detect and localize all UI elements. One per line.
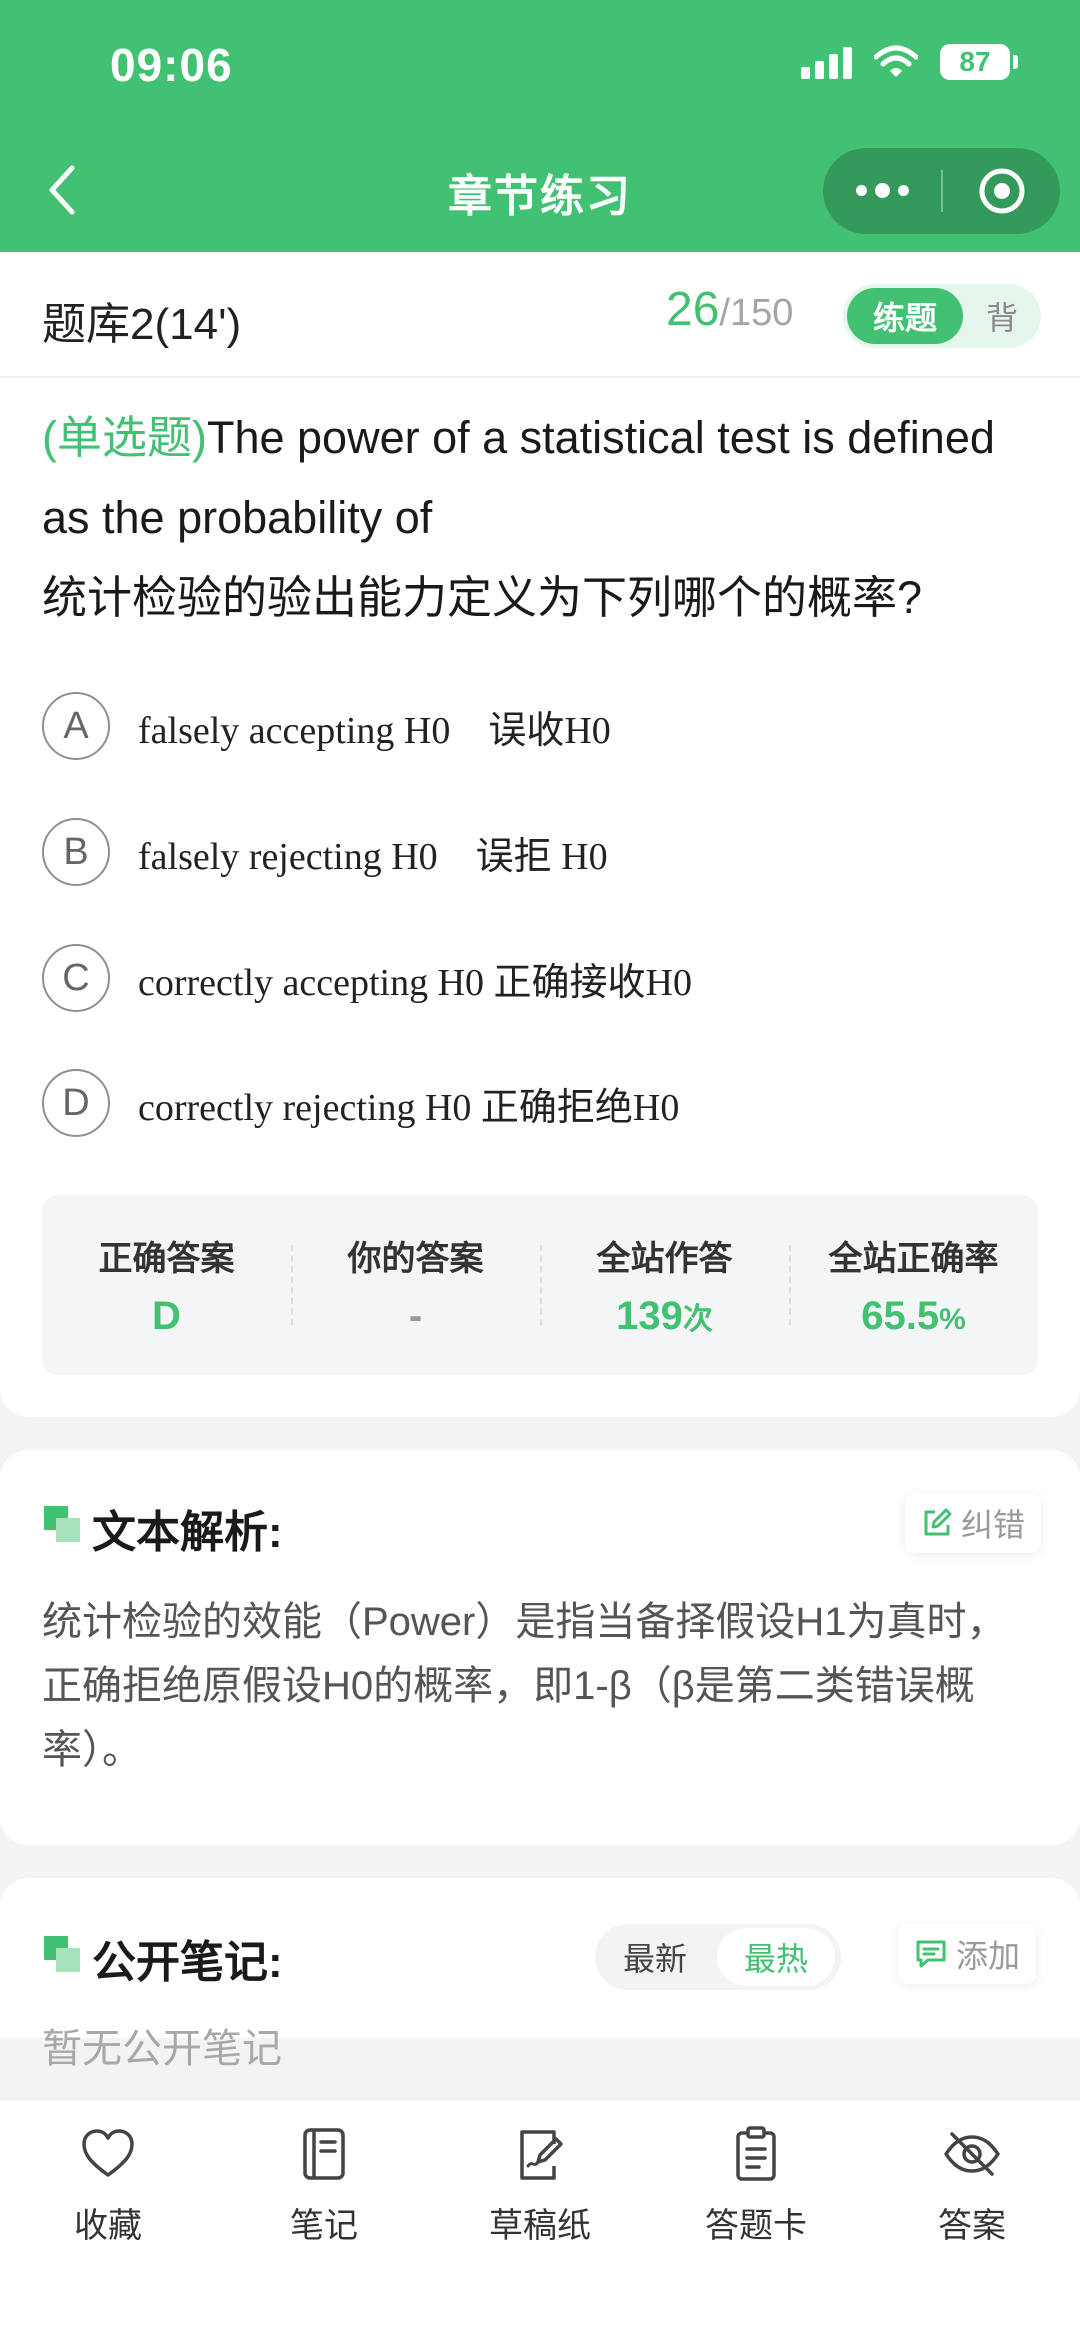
mini-program-capsule — [823, 148, 1060, 234]
question-progress: 26/150 — [666, 283, 794, 336]
status-time: 09:06 — [110, 39, 233, 91]
option-c[interactable]: C correctly accepting H0 正确接收H0 — [42, 941, 692, 1015]
comment-add-icon — [916, 1940, 946, 1968]
stat-site-rate: 全站正确率 65.5% — [789, 1195, 1038, 1375]
section-mark-icon — [44, 1936, 80, 1972]
battery-icon: 87 — [940, 44, 1018, 80]
report-error-button[interactable]: 纠错 — [905, 1493, 1042, 1553]
question-text-cn: 统计检验的验出能力定义为下列哪个的概率? — [42, 572, 923, 623]
section-mark-icon — [44, 1506, 80, 1542]
option-text: correctly accepting H0 正确接收H0 — [138, 961, 692, 1004]
mode-practice-button[interactable]: 练题 — [847, 288, 963, 344]
option-text: falsely rejecting H0 误拒 H0 — [138, 835, 608, 878]
question-stem: (单选题)The power of a statistical test is … — [42, 398, 1042, 638]
stat-site-answers: 全站作答 139次 — [540, 1195, 789, 1375]
close-target-icon[interactable] — [943, 166, 1060, 216]
wifi-icon — [874, 45, 918, 77]
correct-answer-value: D — [152, 1294, 181, 1338]
stat-your-answer: 你的答案 - — [291, 1195, 540, 1375]
header: 09:06 87 章节练习 — [0, 0, 1080, 252]
current-index: 26 — [666, 283, 720, 336]
option-text: correctly rejecting H0 正确拒绝H0 — [138, 1086, 680, 1129]
more-icon[interactable] — [823, 182, 941, 198]
answer-stats: 正确答案 D 你的答案 - 全站作答 139次 全站正确率 65.5% — [42, 1195, 1038, 1375]
option-letter: A — [42, 692, 110, 760]
status-icons: 87 — [801, 44, 1018, 80]
edit-icon — [924, 1508, 952, 1536]
mode-toggle[interactable]: 练题 背 — [843, 284, 1041, 348]
draft-paper-icon — [520, 2130, 563, 2180]
notes-title: 公开笔记: — [92, 1938, 283, 1987]
empty-notes-text: 暂无公开笔记 — [42, 2027, 282, 2071]
option-b[interactable]: B falsely rejecting H0 误拒 H0 — [42, 815, 608, 889]
favorite-button[interactable]: 收藏 — [0, 2100, 216, 2339]
answer-sheet-button[interactable]: 答题卡 — [648, 2100, 864, 2339]
option-letter: C — [42, 944, 110, 1012]
total-count: 150 — [729, 292, 794, 334]
option-text: falsely accepting H0 误收H0 — [138, 709, 611, 752]
eye-hidden-icon — [944, 2132, 1000, 2176]
bank-name: 题库2(14') — [42, 300, 242, 349]
site-answers-value: 139次 — [616, 1294, 713, 1338]
notebook-icon — [303, 2128, 345, 2180]
sort-latest-button[interactable]: 最新 — [595, 1934, 715, 1980]
option-letter: D — [42, 1069, 110, 1137]
show-answer-button[interactable]: 答案 — [864, 2100, 1080, 2339]
option-a[interactable]: A falsely accepting H0 误收H0 — [42, 689, 611, 763]
option-letter: B — [42, 818, 110, 886]
option-d[interactable]: D correctly rejecting H0 正确拒绝H0 — [42, 1066, 679, 1140]
answer-sheet-icon — [736, 2126, 776, 2181]
heart-icon — [82, 2129, 134, 2177]
bank-row: 题库2(14') 26/150 练题 背 — [0, 252, 1080, 378]
your-answer-value: - — [408, 1294, 423, 1338]
mode-recite-button[interactable]: 背 — [963, 293, 1041, 339]
bottom-toolbar: 收藏 笔记 草稿纸 答题卡 答案 — [0, 2098, 1080, 2339]
analysis-text: 统计检验的效能（Power）是指当备择假设H1为真时，正确拒绝原假设H0的概率，… — [42, 1600, 1007, 1772]
draft-paper-button[interactable]: 草稿纸 — [432, 2100, 648, 2339]
notes-sort-toggle[interactable]: 最新 最热 — [595, 1924, 841, 1990]
site-rate-value: 65.5% — [861, 1294, 966, 1338]
sort-hot-button[interactable]: 最热 — [717, 1928, 835, 1986]
notes-button[interactable]: 笔记 — [216, 2100, 432, 2339]
add-note-button[interactable]: 添加 — [898, 1924, 1037, 1984]
signal-icon — [801, 45, 852, 79]
stat-correct-answer: 正确答案 D — [42, 1195, 291, 1375]
question-type: (单选题) — [42, 412, 207, 463]
analysis-title: 文本解析: — [92, 1508, 283, 1557]
